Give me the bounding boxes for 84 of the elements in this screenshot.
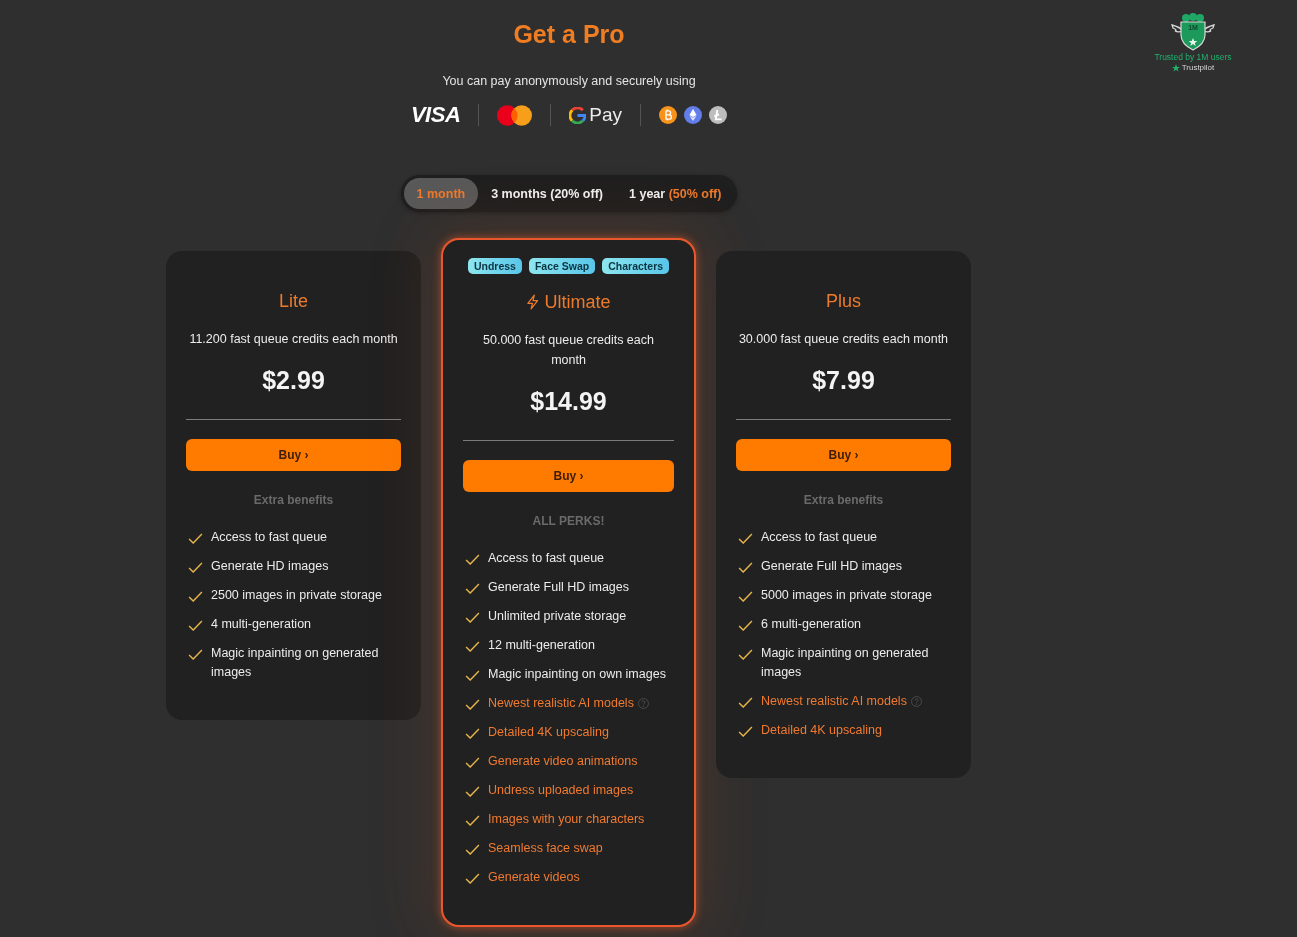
feature-text: Newest realistic AI models bbox=[761, 693, 907, 710]
plan-credits: 11.200 fast queue credits each month bbox=[189, 331, 398, 348]
buy-button[interactable]: Buy › bbox=[736, 439, 951, 471]
feature-text: Access to fast queue bbox=[761, 529, 878, 546]
feature-text: Detailed 4K upscaling bbox=[761, 722, 882, 739]
feature-text: Newest realistic AI models bbox=[488, 695, 634, 712]
feature-text: Generate Full HD images bbox=[488, 579, 630, 596]
visa-logo: VISA bbox=[410, 103, 461, 127]
feature-text: 2500 images in private storage bbox=[211, 587, 382, 604]
feature-tag: Undress bbox=[467, 258, 522, 274]
check-icon bbox=[465, 873, 480, 884]
help-icon[interactable] bbox=[910, 696, 922, 707]
feature-text: Unlimited private storage bbox=[488, 608, 627, 625]
feature-tag: Characters bbox=[602, 258, 670, 274]
plan-price: $2.99 bbox=[262, 365, 325, 395]
plan-credits: 30.000 fast queue credits each month bbox=[738, 331, 949, 348]
benefits-heading: ALL PERKS! bbox=[532, 513, 605, 529]
check-icon bbox=[465, 583, 480, 594]
feature-text: 5000 images in private storage bbox=[761, 587, 932, 604]
payment-note: You can pay anonymously and securely using bbox=[442, 73, 696, 89]
check-icon bbox=[465, 844, 480, 855]
pay-logo-text: Pay bbox=[589, 103, 623, 127]
feature-text: 12 multi-generation bbox=[488, 637, 595, 654]
benefits-heading: Extra benefits bbox=[803, 492, 884, 508]
check-icon bbox=[738, 726, 753, 737]
plan-name: Ultimate bbox=[544, 291, 611, 313]
check-icon bbox=[465, 786, 480, 797]
feature-text: Access to fast queue bbox=[488, 550, 605, 567]
check-icon bbox=[738, 649, 753, 660]
bitcoin-icon bbox=[659, 106, 678, 124]
check-icon bbox=[465, 757, 480, 768]
check-icon bbox=[465, 612, 480, 623]
trust-source-label: Trustpilot bbox=[1181, 63, 1215, 72]
feature-text: Magic inpainting on generated images bbox=[211, 645, 380, 681]
check-icon bbox=[738, 620, 753, 631]
check-icon bbox=[465, 728, 480, 739]
google-g-icon bbox=[569, 106, 587, 124]
litecoin-icon bbox=[709, 106, 728, 124]
plan-price: $14.99 bbox=[530, 386, 607, 416]
feature-text: Undress uploaded images bbox=[488, 782, 634, 799]
plan-name: Lite bbox=[279, 290, 308, 312]
feature-text: Magic inpainting on own images bbox=[488, 666, 666, 683]
plan-credits: 50.000 fast queue credits each month bbox=[482, 332, 655, 369]
check-icon bbox=[738, 562, 753, 573]
feature-text: Magic inpainting on generated images bbox=[761, 645, 930, 681]
feature-text: Generate videos bbox=[488, 869, 580, 886]
check-icon bbox=[465, 670, 480, 681]
check-icon bbox=[465, 815, 480, 826]
check-icon bbox=[738, 591, 753, 602]
check-icon bbox=[188, 562, 203, 573]
check-icon bbox=[465, 699, 480, 710]
feature-text: Images with your characters bbox=[488, 811, 645, 828]
ethereum-icon bbox=[684, 106, 703, 124]
feature-text: Access to fast queue bbox=[211, 529, 328, 546]
help-icon[interactable] bbox=[637, 698, 649, 709]
check-icon bbox=[188, 620, 203, 631]
buy-button[interactable]: Buy › bbox=[186, 439, 401, 471]
check-icon bbox=[738, 697, 753, 708]
winged-shield-icon bbox=[1171, 13, 1215, 51]
star-icon bbox=[1171, 63, 1180, 72]
benefits-heading: Extra benefits bbox=[253, 492, 334, 508]
check-icon bbox=[465, 554, 480, 565]
check-icon bbox=[188, 533, 203, 544]
check-icon bbox=[188, 649, 203, 660]
buy-button[interactable]: Buy › bbox=[463, 460, 674, 492]
feature-text: Generate Full HD images bbox=[761, 558, 903, 575]
check-icon bbox=[188, 591, 203, 602]
check-icon bbox=[465, 641, 480, 652]
feature-text: 4 multi-generation bbox=[211, 616, 312, 633]
page-title: Get a Pro bbox=[513, 19, 625, 49]
plan-price: $7.99 bbox=[812, 365, 875, 395]
feature-text: 6 multi-generation bbox=[761, 616, 862, 633]
feature-text: Seamless face swap bbox=[488, 840, 603, 857]
feature-text: Generate HD images bbox=[211, 558, 329, 575]
trust-caption: Trusted by 1M users bbox=[1154, 52, 1232, 62]
feature-text: Generate video animations bbox=[488, 753, 638, 770]
lightning-icon bbox=[526, 294, 540, 310]
feature-text: Detailed 4K upscaling bbox=[488, 724, 609, 741]
mastercard-icon bbox=[497, 104, 533, 126]
check-icon bbox=[738, 533, 753, 544]
period-tab[interactable]: 3 months (20% off) bbox=[478, 178, 616, 209]
feature-tag: Face Swap bbox=[528, 258, 596, 274]
plan-name: Plus bbox=[826, 290, 861, 312]
period-tab[interactable]: 1 year (50% off) bbox=[616, 178, 735, 209]
